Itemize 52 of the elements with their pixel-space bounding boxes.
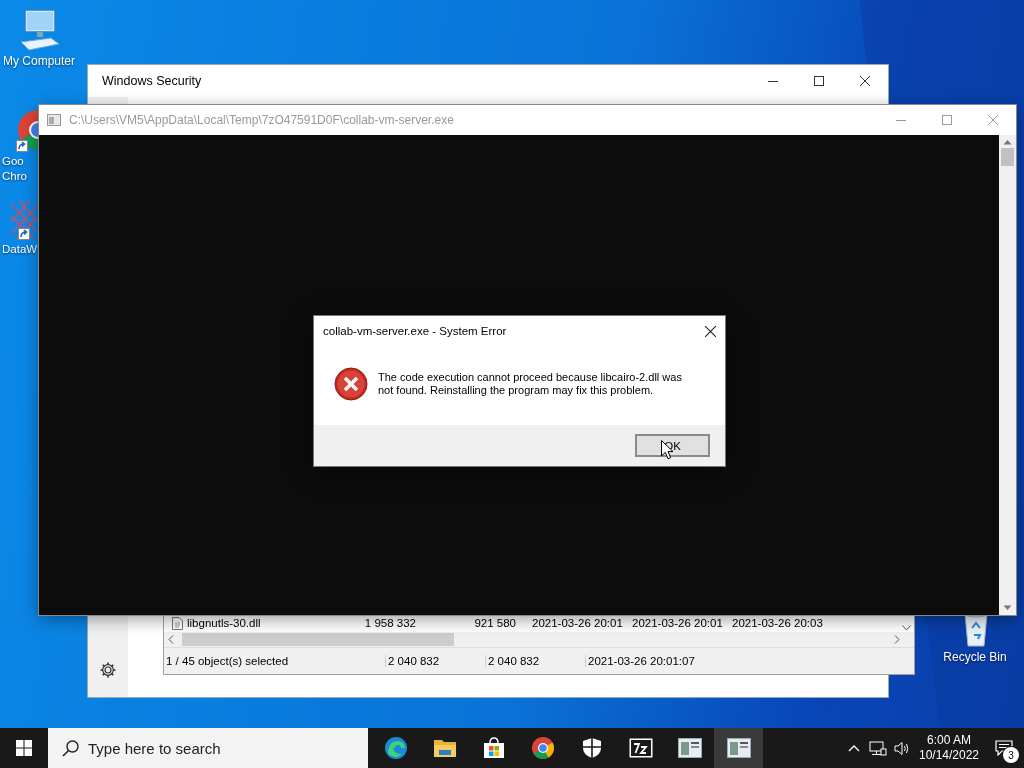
- shortcut-arrow-icon: [16, 140, 28, 152]
- network-icon: [869, 740, 887, 756]
- archive-icon[interactable]: [628, 738, 653, 758]
- status-text: 1 / 45 object(s) selected: [164, 655, 386, 667]
- notification-count-badge: 3: [1003, 747, 1019, 763]
- notifications-button[interactable]: 3: [984, 728, 1024, 768]
- status-text: 2 040 832: [486, 655, 586, 667]
- chevron-down-icon[interactable]: [901, 625, 911, 631]
- maximize-icon: [814, 76, 824, 86]
- store-icon[interactable]: [482, 737, 505, 759]
- error-message: The code execution cannot proceed because libcairo-2.dll was not found. Reinstalling the program may fix this problem.: [378, 370, 683, 397]
- scrollbar-thumb[interactable]: [182, 633, 454, 646]
- error-icon: [334, 366, 368, 401]
- status-text: 2 040 832: [386, 655, 486, 667]
- window-title: C:\Users\VM5\AppData\Local\Temp\7zO47591D0F\collab-vm-server.exe: [68, 113, 455, 127]
- taskbar-button[interactable]: [714, 728, 763, 768]
- file-name: libgnutls-30.dll: [187, 617, 261, 629]
- chevron-up-icon: [848, 744, 860, 752]
- table-cell-text: 1 958 332: [364, 617, 417, 629]
- icon-label: Goo Chro: [2, 154, 28, 184]
- icon-label: My Computer: [3, 54, 75, 69]
- vertical-scrollbar[interactable]: [999, 135, 1016, 615]
- icon-label: DataW: [2, 242, 38, 257]
- chevron-down-icon[interactable]: [1003, 605, 1012, 611]
- icon-label: Recycle Bin: [943, 650, 1007, 665]
- edge-icon[interactable]: [383, 736, 408, 760]
- window-title: Windows Security: [101, 74, 203, 88]
- folder-icon[interactable]: [432, 737, 457, 759]
- search-field[interactable]: Type here to search: [48, 728, 368, 768]
- shield-icon[interactable]: [581, 737, 602, 759]
- application-window-icon[interactable]: [677, 738, 702, 758]
- shortcut-arrow-icon: [18, 228, 30, 240]
- chevron-up-icon[interactable]: [1003, 139, 1012, 145]
- close-icon: [988, 115, 998, 125]
- scrollbar-thumb[interactable]: [1001, 148, 1014, 166]
- maximize-icon: [942, 115, 952, 125]
- windows-logo-icon: [16, 740, 32, 756]
- search-icon: [62, 740, 79, 757]
- status-text: 2021-03-26 20:01:07: [587, 655, 696, 667]
- application-window-icon[interactable]: [726, 738, 751, 758]
- chrome-icon[interactable]: [530, 736, 555, 760]
- speaker-icon: [894, 740, 910, 756]
- console-icon: [47, 114, 61, 126]
- table-cell-text: 921 580: [473, 617, 517, 629]
- time-text: 6:00 AM: [927, 733, 971, 748]
- close-icon: [860, 76, 870, 86]
- dialog-title: collab-vm-server.exe - System Error: [322, 325, 508, 337]
- close-icon: [704, 325, 716, 337]
- settings-button[interactable]: [99, 661, 117, 679]
- date-text: 10/14/2022: [918, 748, 980, 763]
- horizontal-scrollbar[interactable]: [164, 632, 914, 647]
- file-icon: [172, 616, 183, 630]
